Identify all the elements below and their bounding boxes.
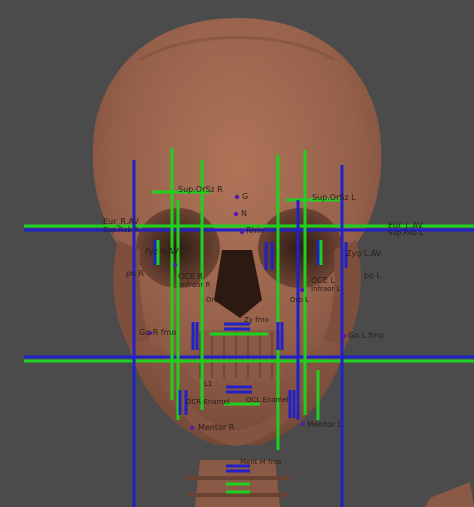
label-sup-reb-r: Sup.Reb R <box>103 226 139 234</box>
label-orb-r: Orb R <box>206 296 226 304</box>
label-fyz-r: Fyz R.AV <box>145 247 179 256</box>
skull-model <box>92 18 474 507</box>
label-po-r: po R <box>126 269 145 278</box>
label-mentor-l: Mentor L <box>307 420 343 429</box>
3d-viewport[interactable]: G N Sup.OrSz R Sup.OrSz L Eur_R.AV Eur_L… <box>0 0 474 507</box>
landmark-point[interactable] <box>299 287 305 293</box>
label-go-r: Go R fmo <box>139 328 176 337</box>
label-ocl-enamel: OCL Enamel <box>246 396 289 404</box>
label-orb-l: Orb L <box>290 296 309 304</box>
landmark-point[interactable] <box>341 333 347 339</box>
label-po-l: po L <box>364 271 382 280</box>
label-rhin: Rhin <box>246 226 264 235</box>
label-infraor-r: Infraor R <box>180 281 211 289</box>
label-ocr-enamel: OCR Enamel <box>186 398 230 406</box>
label-mentor-r: Mentor R <box>198 423 235 432</box>
label-sup-or-r: Sup.OrSz R <box>178 185 223 194</box>
label-n: N <box>241 209 247 218</box>
label-sup-or-l: Sup.OrSz L <box>312 193 356 202</box>
landmark-point[interactable] <box>300 421 306 427</box>
label-eur-r: Eur_R.AV <box>103 217 139 226</box>
label-go-l: Go L fmo <box>348 331 384 340</box>
label-sup-reb-l: Sup.Reb L <box>388 229 423 237</box>
landmark-point[interactable] <box>233 211 239 217</box>
landmark-point[interactable] <box>172 262 178 268</box>
skull-scene[interactable]: G N Sup.OrSz R Sup.OrSz L Eur_R.AV Eur_L… <box>0 0 474 507</box>
label-infraor-l: Infraor L <box>311 285 341 293</box>
label-oce-r: OCE R <box>178 272 203 281</box>
label-zyg-l: Zyg L.AV <box>346 249 382 258</box>
landmark-point[interactable] <box>234 194 240 200</box>
label-l1: L1 <box>204 380 212 388</box>
label-zy-fmo: Zy fmo <box>244 316 269 324</box>
label-ment-m: Ment M fmo <box>240 458 282 466</box>
label-oce-l: OCE L <box>311 276 335 285</box>
landmark-point[interactable] <box>239 229 245 235</box>
label-g: G <box>242 192 248 201</box>
landmark-point[interactable] <box>189 425 195 431</box>
